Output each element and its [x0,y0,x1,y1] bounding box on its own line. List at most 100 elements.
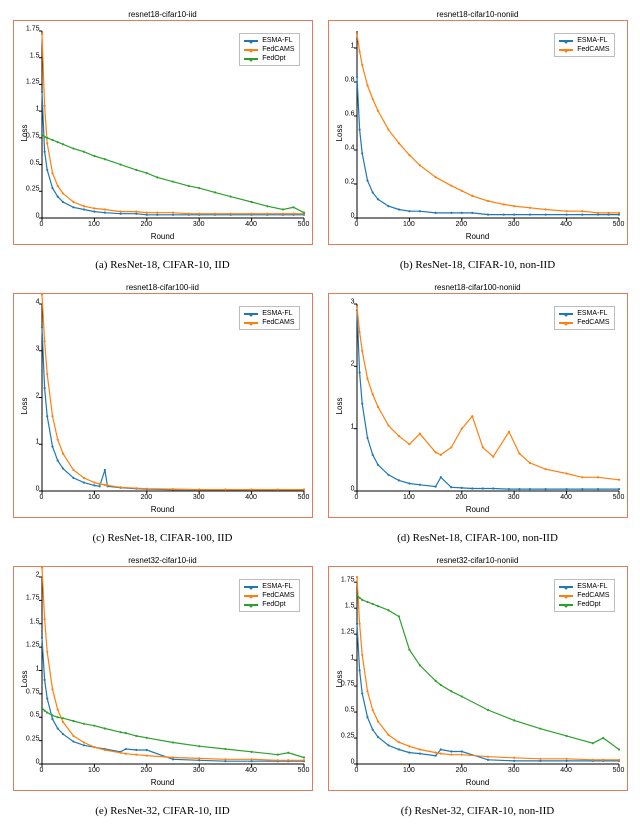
plot-wrap: resnet18-cifar10-noniid01002003004005000… [328,20,628,245]
marker [450,750,452,752]
marker [51,718,53,720]
legend-item-fedcams: FedCAMS [244,45,294,54]
marker [187,185,189,187]
xtick: 300 [508,494,520,501]
marker [513,757,515,759]
marker [93,725,95,727]
marker [103,212,105,214]
ytick: 1 [339,43,355,50]
marker [145,754,147,756]
ytick: 0.25 [339,733,355,740]
marker [387,609,389,611]
xtick: 500 [298,221,310,228]
marker [358,669,360,671]
marker [460,487,462,489]
marker [471,212,473,214]
marker [266,205,268,207]
marker [376,406,378,408]
marker [40,567,42,569]
marker [43,340,45,342]
legend-swatch [559,595,573,597]
marker [198,187,200,189]
marker [224,488,226,490]
xtick: 100 [88,221,100,228]
marker [43,679,45,681]
marker [518,453,520,455]
legend-label: FedCAMS [262,45,294,54]
legend-item-esma: ESMA-FL [559,309,609,318]
marker [617,488,619,490]
marker [281,208,283,210]
ytick: 0.2 [339,179,355,186]
marker [224,758,226,760]
legend-item-fedopt: FedOpt [559,600,609,609]
legend-item-fedcams: FedCAMS [559,45,609,54]
marker [366,378,368,380]
marker [366,437,368,439]
marker [43,151,45,153]
marker [40,294,42,296]
legend-label: FedCAMS [577,45,609,54]
series-esma [357,77,619,215]
ytick: 0 [24,486,40,493]
ytick: 0 [24,759,40,766]
legend-item-fedcams: FedCAMS [244,591,294,600]
marker [51,187,53,189]
marker [565,758,567,760]
ytick: 0.25 [24,735,40,742]
xtick: 300 [193,494,205,501]
legend-swatch [559,40,573,42]
marker [371,393,373,395]
marker [56,141,58,143]
legend-swatch [559,586,573,588]
marker [46,137,48,139]
marker [276,759,278,761]
legend-item-esma: ESMA-FL [559,582,609,591]
ytick: 0.8 [339,77,355,84]
marker [171,756,173,758]
marker [40,707,42,709]
marker [460,428,462,430]
marker [387,129,389,131]
plot-wrap: resnet32-cifar10-iid010020030040050000.2… [13,566,313,791]
ytick: 0.75 [24,688,40,695]
ytick: 1.75 [24,595,40,602]
marker [46,142,48,144]
ytick: 0 [339,486,355,493]
marker [72,147,74,149]
plot-area: 01002003004005000123RoundLossESMA-FLFedC… [328,293,628,518]
marker [361,64,363,66]
marker [156,176,158,178]
marker [544,214,546,216]
plot-wrap: resnet18-cifar10-iid010020030040050000.2… [13,20,313,245]
series-svg [42,304,304,491]
marker [481,487,483,489]
marker [418,433,420,435]
marker [198,488,200,490]
legend-swatch [559,604,573,606]
marker [43,387,45,389]
xtick: 400 [245,767,257,774]
ytick: 0.4 [339,145,355,152]
legend-label: ESMA-FL [577,309,607,318]
ytick: 1 [339,423,355,430]
marker [171,741,173,743]
xtick: 100 [88,494,100,501]
sub-caption: (a) ResNet-18, CIFAR-10, IID [95,259,230,271]
marker [528,462,530,464]
legend: ESMA-FLFedCAMS [239,306,299,330]
xtick: 0 [355,221,359,228]
marker [581,210,583,212]
marker [135,749,137,751]
marker [434,486,436,488]
legend: ESMA-FLFedCAMSFedOpt [554,579,614,612]
marker [250,488,252,490]
marker [213,213,215,215]
marker [471,195,473,197]
sub-caption: (b) ResNet-18, CIFAR-10, non-IID [400,259,555,271]
marker [61,453,63,455]
marker [439,748,441,750]
marker [486,709,488,711]
marker [98,483,100,485]
subplot-d: resnet18-cifar100-noniid0100200300400500… [325,281,630,544]
